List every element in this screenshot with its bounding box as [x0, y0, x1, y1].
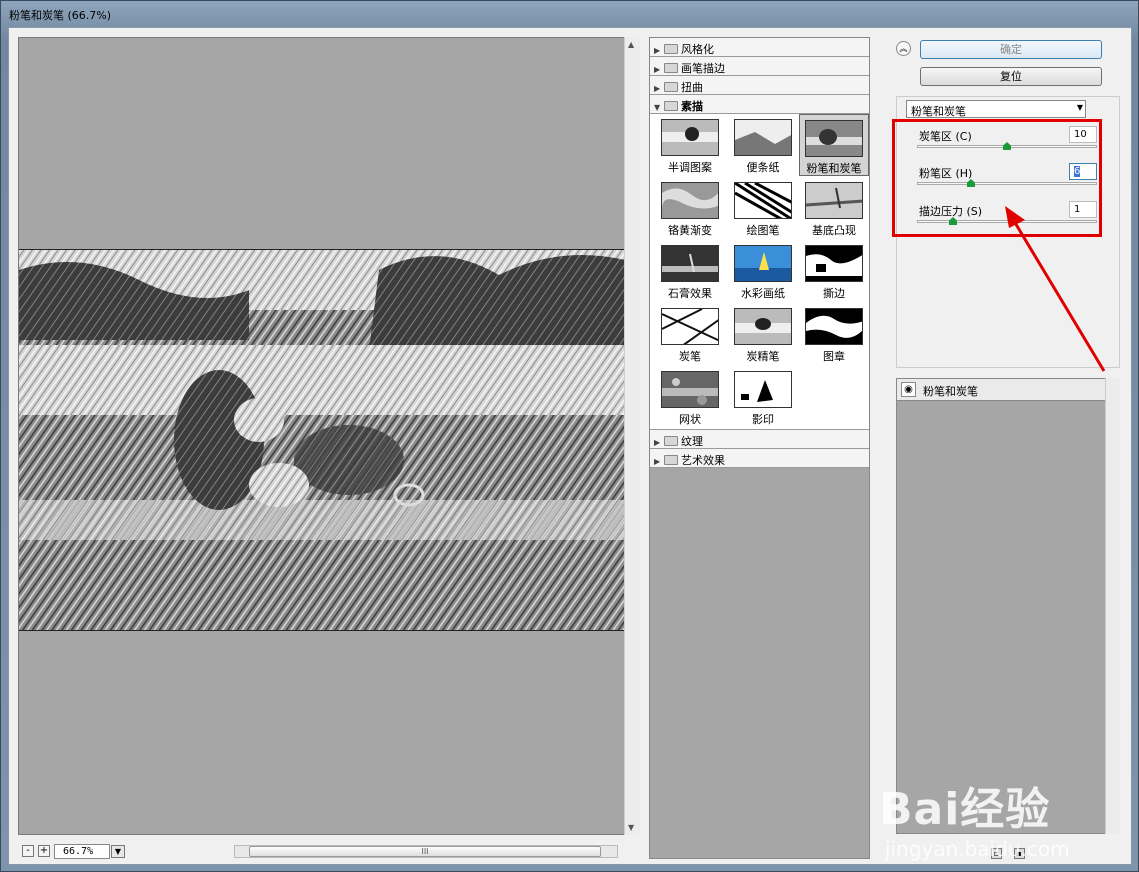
thumbnail-image	[734, 182, 792, 219]
zoom-bar: - + 66.7% ▼ III	[18, 844, 640, 860]
filter-select[interactable]: 粉笔和炭笔 ▼	[906, 100, 1086, 118]
thumbnail-image	[805, 245, 863, 282]
scroll-up-icon[interactable]: ▲	[628, 40, 634, 49]
thumbnail-image	[734, 371, 792, 408]
zoom-dropdown-icon[interactable]: ▼	[111, 845, 125, 858]
thumbnail-label: 石膏效果	[668, 287, 712, 300]
preview-canvas[interactable]	[18, 37, 636, 835]
filter-thumb-photocopy[interactable]: 影印	[728, 366, 798, 428]
filter-thumb-chalk-charcoal[interactable]: 粉笔和炭笔	[799, 114, 869, 176]
filter-gallery-window: 粉笔和炭笔 (66.7%) ▲ ▼ - + 66.7% ▼ III ▶ 风格化 …	[0, 0, 1139, 872]
expand-arrow-icon[interactable]: ▶	[654, 84, 664, 93]
sketch-filter-thumbnails: 半调图案 便条纸 粉笔和炭笔 铬黄渐变 绘图笔 基底凸现 石膏效果 水彩画纸 撕…	[650, 114, 869, 430]
filter-select-value: 粉笔和炭笔	[911, 105, 966, 118]
expand-arrow-icon[interactable]: ▶	[654, 46, 664, 55]
collapse-arrow-icon[interactable]: ▼	[654, 103, 664, 112]
filter-thumb-chrome[interactable]: 铬黄渐变	[655, 177, 725, 239]
folder-icon	[664, 44, 678, 54]
watermark: Bai经验 jingyan.baidu.com	[879, 773, 1070, 861]
effect-layers-panel: ◉ 粉笔和炭笔	[896, 378, 1120, 834]
filter-thumb-stamp[interactable]: 图章	[799, 303, 869, 365]
open-folder-icon	[664, 101, 678, 111]
filter-category-sketch[interactable]: ▼ 素描	[650, 95, 869, 114]
filter-category-brush-strokes[interactable]: ▶ 画笔描边	[650, 57, 869, 76]
filter-thumb-note-paper[interactable]: 便条纸	[728, 114, 798, 176]
annotation-arrow	[1005, 206, 1106, 372]
thumbnail-label: 便条纸	[746, 161, 780, 174]
collapse-gallery-icon[interactable]: ︽	[896, 41, 911, 56]
zoom-out-button[interactable]: -	[22, 845, 34, 857]
folder-icon	[664, 82, 678, 92]
zoom-level-field[interactable]: 66.7%	[54, 844, 110, 859]
thumbnail-image	[661, 182, 719, 219]
expand-arrow-icon[interactable]: ▶	[654, 457, 664, 466]
thumbnail-image	[661, 308, 719, 345]
thumbnail-image	[734, 308, 792, 345]
zoom-in-button[interactable]: +	[38, 845, 50, 857]
category-label: 风格化	[681, 43, 714, 56]
filter-category-distort[interactable]: ▶ 扭曲	[650, 76, 869, 95]
category-label: 画笔描边	[681, 62, 725, 75]
filter-thumb-charcoal[interactable]: 炭笔	[655, 303, 725, 365]
effect-layer-row[interactable]: ◉ 粉笔和炭笔	[897, 379, 1119, 401]
folder-icon	[664, 455, 678, 465]
thumbnail-label: 撕边	[823, 287, 845, 300]
layers-scrollbar[interactable]	[1105, 378, 1120, 834]
category-label: 素描	[681, 100, 703, 113]
filter-gallery-list: ▶ 风格化 ▶ 画笔描边 ▶ 扭曲 ▼ 素描 半调图案 便条纸 粉笔和炭笔 铬黄…	[649, 37, 870, 859]
reset-button[interactable]: 复位	[920, 67, 1102, 86]
expand-arrow-icon[interactable]: ▶	[654, 65, 664, 74]
thumbnail-label: 网状	[679, 413, 701, 426]
filter-category-texture[interactable]: ▶ 纹理	[650, 430, 869, 449]
thumbnail-label: 基底凸现	[812, 224, 856, 237]
filter-thumb-graphic-pen[interactable]: 绘图笔	[728, 177, 798, 239]
filter-category-stylize[interactable]: ▶ 风格化	[650, 38, 869, 57]
thumbnail-image	[661, 119, 719, 156]
thumbnail-label: 绘图笔	[746, 224, 780, 237]
filter-thumb-bas-relief[interactable]: 基底凸现	[799, 177, 869, 239]
window-title: 粉笔和炭笔 (66.7%)	[9, 9, 112, 22]
preview-image	[19, 249, 625, 631]
scroll-thumb[interactable]: III	[249, 846, 601, 857]
category-label: 纹理	[681, 435, 703, 448]
thumbnail-label: 炭精笔	[746, 350, 780, 363]
thumbnail-label: 粉笔和炭笔	[806, 162, 862, 175]
filter-thumb-water-paper[interactable]: 水彩画纸	[728, 240, 798, 302]
thumbnail-image	[661, 371, 719, 408]
filter-thumb-torn-edges[interactable]: 撕边	[799, 240, 869, 302]
category-label: 扭曲	[681, 81, 703, 94]
filter-thumb-conte-crayon[interactable]: 炭精笔	[728, 303, 798, 365]
category-label: 艺术效果	[681, 454, 725, 467]
folder-icon	[664, 436, 678, 446]
eye-visibility-icon[interactable]: ◉	[901, 382, 916, 397]
filter-category-artistic[interactable]: ▶ 艺术效果	[650, 449, 869, 468]
watermark-url: jingyan.baidu.com	[885, 837, 1070, 861]
ok-button[interactable]: 确定	[920, 40, 1102, 59]
thumbnail-label: 影印	[752, 413, 774, 426]
thumbnail-label: 炭笔	[679, 350, 701, 363]
thumbnail-label: 图章	[823, 350, 845, 363]
preview-vertical-scrollbar[interactable]: ▲ ▼	[624, 37, 640, 835]
folder-icon	[664, 63, 678, 73]
expand-arrow-icon[interactable]: ▶	[654, 438, 664, 447]
dialog-client: ▲ ▼ - + 66.7% ▼ III ▶ 风格化 ▶ 画笔描边 ▶ 扭曲 ▼ 素描	[8, 27, 1132, 865]
filter-thumb-halftone[interactable]: 半调图案	[655, 114, 725, 176]
thumbnail-label: 铬黄渐变	[668, 224, 712, 237]
chevron-down-icon[interactable]: ▼	[1077, 103, 1083, 112]
thumbnail-image	[805, 182, 863, 219]
thumbnail-image	[805, 308, 863, 345]
watermark-brand: Bai经验	[879, 784, 1051, 835]
thumbnail-label: 半调图案	[668, 161, 712, 174]
preview-horizontal-scrollbar[interactable]: III	[234, 845, 618, 858]
effect-layer-label: 粉笔和炭笔	[923, 385, 978, 398]
thumbnail-image	[805, 120, 863, 157]
thumbnail-image	[734, 245, 792, 282]
thumbnail-image	[661, 245, 719, 282]
thumbnail-label: 水彩画纸	[741, 287, 785, 300]
scroll-down-icon[interactable]: ▼	[628, 823, 634, 832]
filter-thumb-reticulation[interactable]: 网状	[655, 366, 725, 428]
thumbnail-image	[734, 119, 792, 156]
filter-thumb-plaster[interactable]: 石膏效果	[655, 240, 725, 302]
